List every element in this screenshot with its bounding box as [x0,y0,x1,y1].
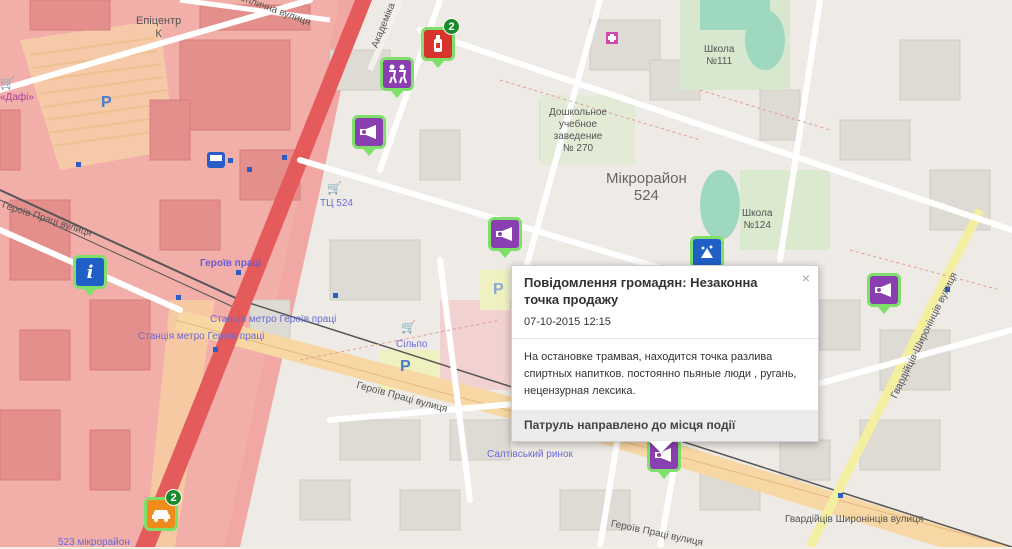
map-canvas[interactable]: 🛒 🛒 🛒 [0,0,1012,547]
people-icon [389,64,407,84]
popup-description: На остановке трамвая, находится точка ра… [524,351,797,397]
school-124-label: Школа №124 [742,208,773,231]
alcohol-incident-marker[interactable] [491,220,519,248]
svg-text:🛒: 🛒 [0,76,15,90]
parking-sign: P [493,281,504,298]
cluster-count-badge[interactable]: 2 [165,489,182,506]
dance-incident-marker[interactable] [383,60,411,88]
svg-text:🛒: 🛒 [401,320,416,334]
dafi-label: «Дафі» [0,92,34,103]
svg-text:🛒: 🛒 [327,181,342,195]
incident-popup: × Повідомлення громадян: Незаконна точка… [511,265,819,453]
water-icon [701,245,713,258]
info-icon: i [86,261,94,283]
marker-tail [432,61,444,68]
tc-524-label: ТЦ 524 [320,198,353,209]
horn-icon [496,227,512,241]
parking-sign: P [101,94,112,111]
mikroraion-524-label: Мікрорайон 524 [606,170,687,204]
saltivskyi-market-label: Салтівський ринок [487,449,573,460]
popup-title: Повідомлення громадян: Незаконна точка п… [524,275,758,307]
horn-icon [875,283,891,297]
school-111-label: Школа №111 [704,44,735,67]
horn-icon [360,125,376,139]
mkr-523-label: 523 мікрорайон [58,537,130,548]
marker-tail [391,91,403,98]
gvardiitsiv-horizontal-label: Гвардійців Широнінців вулиця [785,514,924,525]
popup-status: Патруль направлено до місця події [512,410,818,441]
heroiv-pratsi-metro-label: Героїв праці [200,258,262,269]
blue-incident-marker[interactable] [693,239,721,267]
marker-tail [363,149,375,156]
alcohol-incident-marker[interactable] [870,276,898,304]
preschool-270-label: Дошкольное учебное заведение № 270 [549,107,607,154]
marker-tail [658,472,670,479]
cluster-count-badge[interactable]: 2 [443,18,460,35]
info-marker[interactable]: i [76,258,104,286]
popup-close-icon[interactable]: × [802,270,810,286]
marker-tail [84,289,96,296]
alcohol-incident-marker[interactable] [355,118,383,146]
metro-station-label-2: Станція метро Героїв праці [138,331,265,342]
bottle-icon [434,35,442,52]
marker-tail [878,307,890,314]
popup-date: 07-10-2015 12:15 [512,308,818,339]
popup-pointer [649,441,673,453]
parking-sign: P [400,358,411,375]
marker-tail [499,251,511,258]
silpo-label: Сільпо [396,339,428,350]
epicentr-label: Епіцентр К [136,15,182,40]
metro-station-label-1: Станція метро Героїв праці [210,314,337,325]
car-icon [152,510,170,522]
